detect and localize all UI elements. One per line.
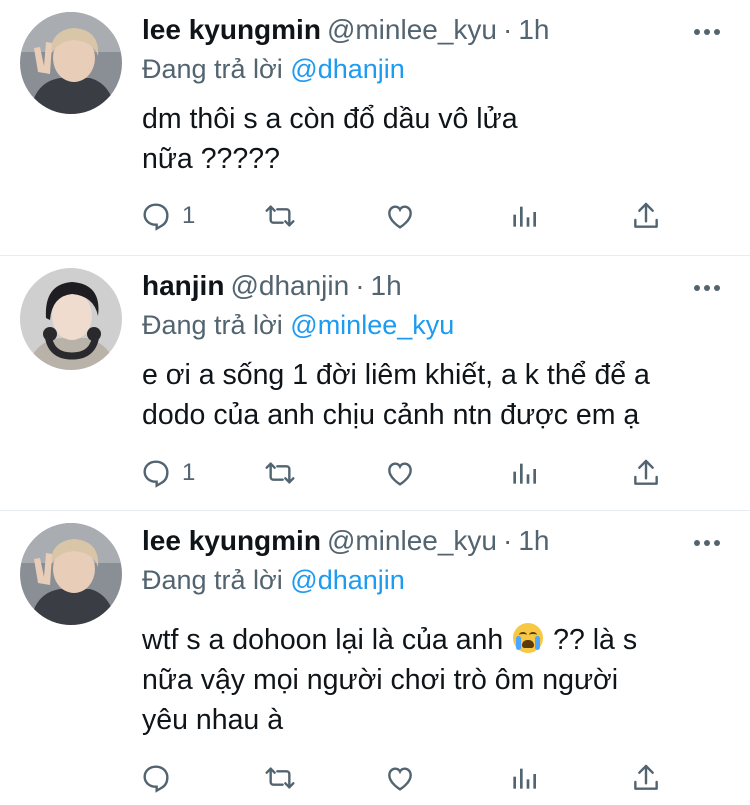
analytics-icon [513, 206, 536, 227]
username[interactable]: @dhanjin [230, 270, 349, 301]
like-button[interactable] [384, 198, 416, 234]
replying-to-mention[interactable]: @dhanjin [290, 565, 405, 595]
tweet-text-line: wtf s a dohoon lại là của anh ?? là s [142, 620, 727, 660]
tweet-actions: 1 [0, 198, 750, 234]
replying-to: Đang trả lời @dhanjin [142, 52, 405, 86]
tweet-text-line: dm thôi s a còn đổ dầu vô lửa [142, 103, 518, 135]
display-name[interactable]: hanjin [142, 270, 224, 301]
analytics-button[interactable] [508, 760, 540, 796]
retweet-icon [265, 767, 295, 789]
share-button[interactable] [630, 455, 662, 491]
retweet-icon [265, 205, 295, 227]
share-icon [634, 202, 658, 228]
tweet-text-line: nữa ????? [142, 143, 280, 175]
analytics-icon [513, 463, 536, 484]
like-icon [388, 205, 412, 229]
avatar[interactable] [20, 12, 122, 114]
timestamp[interactable]: 1h [518, 14, 549, 45]
loudly-crying-face-icon [513, 623, 544, 653]
username[interactable]: @minlee_kyu [327, 525, 497, 556]
tweet-header: hanjin @dhanjin · 1h [142, 269, 402, 303]
replying-to-mention[interactable]: @dhanjin [290, 54, 405, 84]
tweet-actions [0, 760, 750, 796]
tweet-text: e ơi a sống 1 đời liêm khiết, a k thể để… [142, 355, 727, 435]
more-options-icon[interactable] [694, 284, 720, 292]
avatar[interactable] [20, 523, 122, 625]
separator-dot: · [503, 525, 513, 556]
reply-icon [143, 765, 169, 793]
share-icon [634, 764, 658, 790]
tweet-actions: 1 [0, 455, 750, 491]
replying-to-label: Đang trả lời [142, 310, 283, 340]
reply-thread: lee kyungmin @minlee_kyu · 1h Đang trả lời … [0, 0, 750, 805]
tweet-text-segment: ?? là s [553, 624, 638, 656]
replying-to: Đang trả lời @dhanjin [142, 563, 405, 597]
reply-icon [143, 203, 169, 231]
reply-icon [143, 460, 169, 488]
display-name[interactable]: lee kyungmin [142, 525, 321, 556]
retweet-button[interactable] [264, 760, 296, 796]
tweet[interactable]: hanjin @dhanjin · 1h Đang trả lời @minlee_k… [0, 256, 750, 510]
username[interactable]: @minlee_kyu [327, 14, 497, 45]
reply-button[interactable] [140, 760, 182, 796]
reply-count: 1 [182, 459, 196, 486]
replying-to: Đang trả lời @minlee_kyu [142, 308, 454, 342]
tweet-text-line: e ơi a sống 1 đời liêm khiết, a k thể để… [142, 359, 650, 391]
analytics-button[interactable] [508, 198, 540, 234]
like-icon [388, 462, 412, 486]
more-options-icon[interactable] [694, 28, 720, 36]
analytics-icon [513, 768, 536, 789]
retweet-button[interactable] [264, 198, 296, 234]
like-icon [388, 767, 412, 791]
tweet-text-line: nữa vậy mọi người chơi trò ôm người [142, 664, 619, 696]
replying-to-mention[interactable]: @minlee_kyu [290, 310, 454, 340]
replying-to-label: Đang trả lời [142, 54, 283, 84]
tweet-text-line: yêu nhau à [142, 704, 284, 736]
reply-button[interactable]: 1 [140, 198, 195, 234]
tweet[interactable]: lee kyungmin @minlee_kyu · 1h Đang trả lời … [0, 511, 750, 805]
like-button[interactable] [384, 760, 416, 796]
tweet-text: wtf s a dohoon lại là của anh ?? là s nữ… [142, 620, 727, 740]
share-button[interactable] [630, 198, 662, 234]
reply-count: 1 [182, 202, 196, 229]
tweet-text-line: dodo của anh chịu cảnh ntn được em ạ [142, 399, 640, 431]
replying-to-label: Đang trả lời [142, 565, 283, 595]
analytics-button[interactable] [508, 455, 540, 491]
timestamp[interactable]: 1h [518, 525, 549, 556]
display-name[interactable]: lee kyungmin [142, 14, 321, 45]
like-button[interactable] [384, 455, 416, 491]
retweet-button[interactable] [264, 455, 296, 491]
tweet-text: dm thôi s a còn đổ dầu vô lửa nữa ????? [142, 99, 727, 179]
more-options-icon[interactable] [694, 539, 720, 547]
share-icon [634, 459, 658, 485]
tweet-text-segment: wtf s a dohoon lại là của anh [142, 624, 504, 656]
separator-dot: · [503, 14, 513, 45]
separator-dot: · [355, 270, 365, 301]
share-button[interactable] [630, 760, 662, 796]
tweet-header: lee kyungmin @minlee_kyu · 1h [142, 13, 549, 47]
tweet-header: lee kyungmin @minlee_kyu · 1h [142, 524, 549, 558]
reply-button[interactable]: 1 [140, 455, 195, 491]
retweet-icon [265, 462, 295, 484]
timestamp[interactable]: 1h [371, 270, 402, 301]
tweet[interactable]: lee kyungmin @minlee_kyu · 1h Đang trả lời … [0, 0, 750, 255]
avatar[interactable] [20, 268, 122, 370]
